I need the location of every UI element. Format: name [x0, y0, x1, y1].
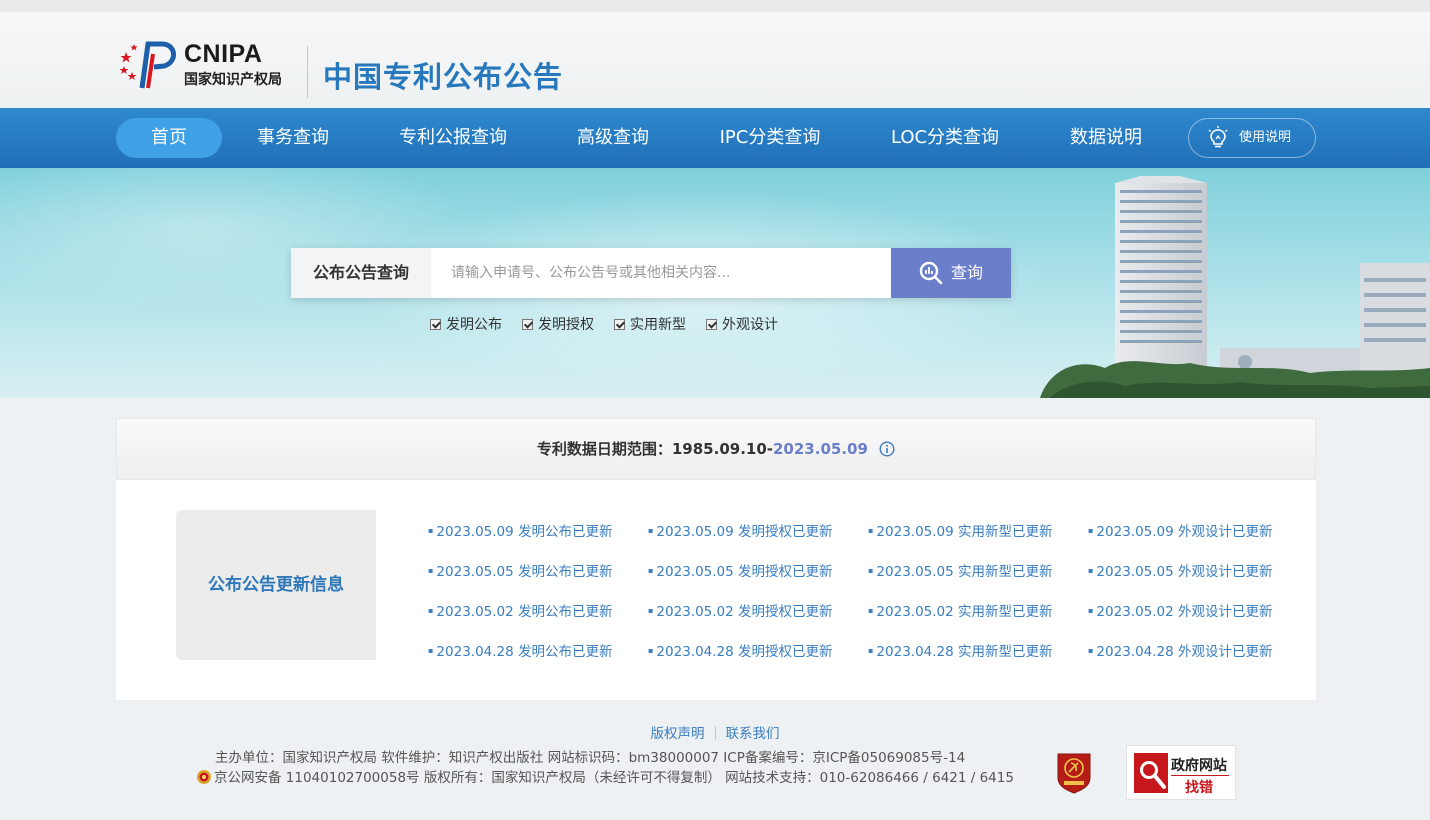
police-record-number[interactable]: 京公网安备 11040102700058号	[214, 770, 420, 786]
site-header: CNIPA 国家知识产权局 中国专利公布公告	[0, 12, 1430, 108]
date-range-header: 专利数据日期范围：1985.09.10-2023.05.09	[116, 418, 1316, 480]
gov-badge-divider	[1171, 775, 1229, 776]
update-link[interactable]: 2023.04.28 发明授权已更新	[648, 640, 832, 660]
nav-item-advanced-query[interactable]: 高级查询	[565, 118, 661, 158]
search-box: 公布公告查询 查询	[291, 248, 1011, 298]
update-link[interactable]: 2023.04.28 实用新型已更新	[868, 640, 1052, 660]
footer-organizer-line: 主办单位：国家知识产权局 软件维护：知识产权出版社 网站标识码：bm380000…	[215, 750, 966, 766]
date-range-start: 1985.09.10-	[671, 440, 773, 458]
footer-copyright-text: 版权所有：国家知识产权局（未经许可不得复制） 网站技术支持：010-620864…	[419, 770, 1014, 786]
search-input[interactable]	[431, 248, 891, 298]
update-link[interactable]: 2023.05.05 实用新型已更新	[868, 560, 1052, 580]
gov-badge-action: 找错	[1185, 780, 1213, 796]
checkbox-label: 发明公布	[446, 317, 502, 333]
gov-badge-title: 政府网站	[1171, 758, 1227, 774]
main-nav: 首页 事务查询 专利公报查询 高级查询 IPC分类查询 LOC分类查询 数据说明…	[0, 108, 1430, 168]
checkbox-invention-publication[interactable]: 发明公布	[430, 314, 502, 334]
update-link[interactable]: 2023.05.05 发明授权已更新	[648, 560, 832, 580]
checkbox-checked-icon	[706, 319, 717, 330]
nav-item-loc-query[interactable]: LOC分类查询	[880, 118, 1010, 158]
header-divider	[307, 46, 308, 98]
copyright-link[interactable]: 版权声明	[641, 726, 715, 742]
update-link[interactable]: 2023.05.05 外观设计已更新	[1088, 560, 1272, 580]
checkbox-invention-grant[interactable]: 发明授权	[522, 314, 594, 334]
logo-text: CNIPA	[184, 40, 263, 68]
checkbox-checked-icon	[430, 319, 441, 330]
checkbox-utility-model[interactable]: 实用新型	[614, 314, 686, 334]
date-range-end: 2023.05.09	[773, 440, 868, 458]
update-info-panel: 专利数据日期范围：1985.09.10-2023.05.09 公布公告更新信息 …	[116, 418, 1316, 700]
logo-chinese-text: 国家知识产权局	[184, 72, 282, 88]
nav-item-gazette-query[interactable]: 专利公报查询	[388, 118, 518, 158]
checkbox-checked-icon	[614, 319, 625, 330]
search-icon	[919, 261, 943, 285]
info-icon[interactable]	[879, 441, 895, 457]
contact-link[interactable]: 联系我们	[716, 726, 790, 742]
checkbox-label: 实用新型	[630, 317, 686, 333]
update-link[interactable]: 2023.05.09 发明授权已更新	[648, 520, 832, 540]
update-link[interactable]: 2023.05.02 外观设计已更新	[1088, 600, 1272, 620]
update-link[interactable]: 2023.04.28 发明公布已更新	[428, 640, 612, 660]
party-organization-icon[interactable]	[1056, 750, 1092, 794]
update-info-title: 公布公告更新信息	[176, 510, 376, 660]
update-link[interactable]: 2023.05.02 发明授权已更新	[648, 600, 832, 620]
footer-copyright-line: 京公网安备 11040102700058号 版权所有：国家知识产权局（未经许可不…	[196, 766, 1014, 786]
search-button-label: 查询	[951, 263, 984, 282]
lightbulb-icon	[1208, 126, 1228, 148]
help-button[interactable]: 使用说明	[1188, 118, 1316, 158]
update-link[interactable]: 2023.05.02 实用新型已更新	[868, 600, 1052, 620]
cnipa-logo-icon	[119, 41, 176, 89]
search-banner: 公布公告查询 查询 发明公布 发明授权 实用新型 外观设计	[0, 168, 1430, 398]
site-title: 中国专利公布公告	[323, 60, 564, 94]
top-strip	[0, 0, 1430, 12]
checkbox-label: 发明授权	[538, 317, 594, 333]
update-link[interactable]: 2023.05.02 发明公布已更新	[428, 600, 612, 620]
checkbox-label: 外观设计	[722, 317, 778, 333]
update-link[interactable]: 2023.05.09 实用新型已更新	[868, 520, 1052, 540]
nav-item-affairs-query[interactable]: 事务查询	[246, 118, 340, 158]
update-link[interactable]: 2023.05.05 发明公布已更新	[428, 560, 612, 580]
checkbox-design[interactable]: 外观设计	[706, 314, 778, 334]
help-button-label: 使用说明	[1239, 130, 1292, 145]
cnipa-logo[interactable]: CNIPA 国家知识产权局	[118, 36, 298, 96]
checkbox-checked-icon	[522, 319, 533, 330]
building-illustration	[1040, 176, 1430, 398]
nav-item-ipc-query[interactable]: IPC分类查询	[708, 118, 832, 158]
magnifier-report-icon	[1134, 753, 1168, 793]
update-link[interactable]: 2023.04.28 外观设计已更新	[1088, 640, 1272, 660]
search-button[interactable]: 查询	[891, 248, 1011, 298]
update-link[interactable]: 2023.05.09 发明公布已更新	[428, 520, 612, 540]
date-range-prefix: 专利数据日期范围：	[536, 440, 672, 458]
footer-links: 版权声明 联系我们	[0, 722, 1430, 742]
gov-website-error-report[interactable]: 政府网站 找错	[1126, 745, 1236, 800]
nav-item-data-description[interactable]: 数据说明	[1058, 118, 1154, 158]
police-badge-icon	[197, 770, 211, 784]
update-link[interactable]: 2023.05.09 外观设计已更新	[1088, 520, 1272, 540]
search-label: 公布公告查询	[291, 248, 431, 298]
nav-item-home[interactable]: 首页	[116, 118, 222, 158]
